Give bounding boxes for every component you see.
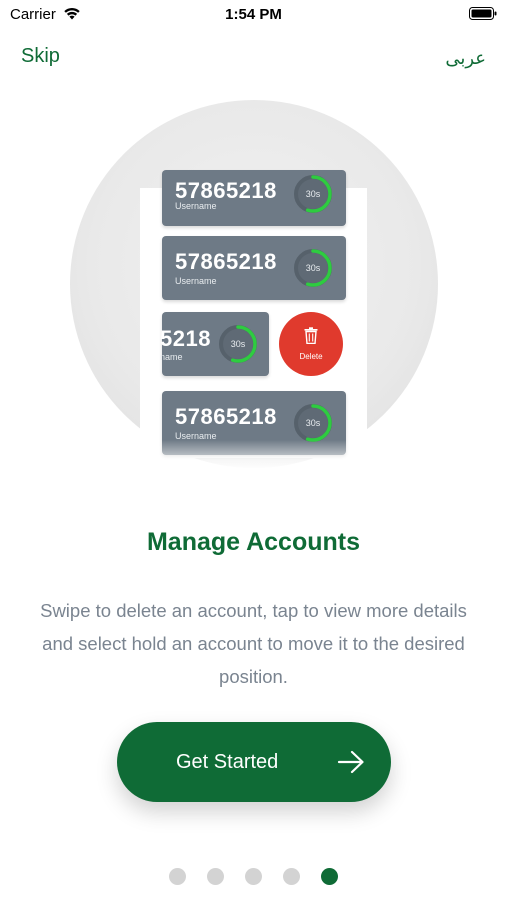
page-dot[interactable] xyxy=(169,868,186,885)
timer-label: 30s xyxy=(305,189,321,199)
account-card-swiped: 5218 name 30s xyxy=(160,312,269,376)
timer-ring: 30s xyxy=(292,402,334,444)
account-username: Username xyxy=(175,276,217,286)
timer-ring: 30s xyxy=(217,323,259,365)
phone-fade xyxy=(140,440,367,470)
trash-icon xyxy=(304,327,318,344)
timer-label: 30s xyxy=(230,339,246,349)
account-card: 57865218 Username 30s xyxy=(162,170,346,226)
account-username: name xyxy=(160,352,183,362)
timer-ring: 30s xyxy=(292,173,334,215)
get-started-label: Get Started xyxy=(176,751,279,773)
account-username: Username xyxy=(175,201,217,211)
delete-button: Delete xyxy=(279,312,343,376)
account-number: 57865218 xyxy=(175,404,277,429)
get-started-button[interactable]: Get Started xyxy=(117,722,391,802)
page-indicator xyxy=(0,868,507,886)
timer-ring: 30s xyxy=(292,247,334,289)
delete-label: Delete xyxy=(299,352,323,361)
page-dot[interactable] xyxy=(321,868,338,885)
page-description: Swipe to delete an account, tap to view … xyxy=(40,600,467,687)
page-title: Manage Accounts xyxy=(146,528,360,556)
onboarding-illustration: 57865218 Username 30s 57865218 Username … xyxy=(0,0,507,470)
account-number: 5218 xyxy=(160,326,211,351)
account-number: 57865218 xyxy=(175,249,277,274)
page-dot[interactable] xyxy=(283,868,300,885)
timer-label: 30s xyxy=(305,263,321,273)
arrow-right-icon xyxy=(337,750,364,774)
account-card: 57865218 Username 30s xyxy=(162,236,346,300)
page-dot[interactable] xyxy=(207,868,224,885)
timer-label: 30s xyxy=(305,418,321,428)
page-dot[interactable] xyxy=(245,868,262,885)
